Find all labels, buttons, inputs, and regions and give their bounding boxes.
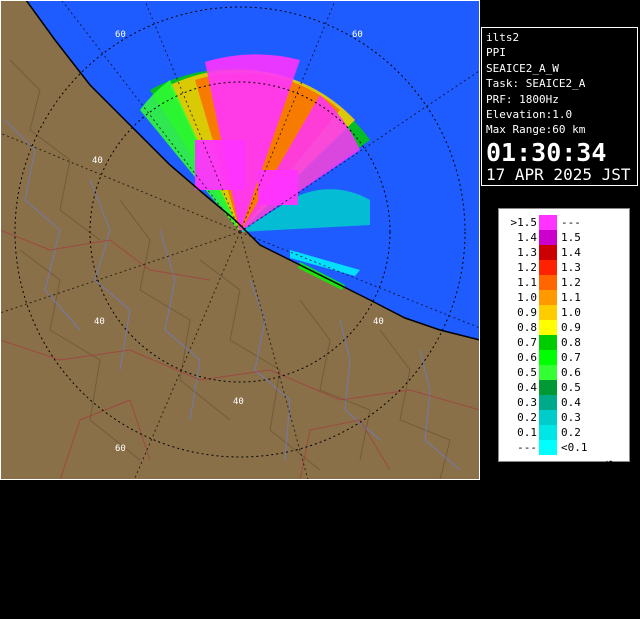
legend-upper-value: 0.4 xyxy=(561,396,581,409)
radar-ppi-map[interactable]: 60 60 40 40 40 40 60 xyxy=(0,0,480,480)
legend-upper-value: 0.7 xyxy=(561,351,581,364)
legend-row: 0.2 0.3 xyxy=(499,410,629,425)
legend-row: 0.5 0.6 xyxy=(499,365,629,380)
legend-swatch xyxy=(539,350,557,365)
legend-swatch xyxy=(539,410,557,425)
elevation-value: Elevation:1.0 xyxy=(486,108,573,122)
range-label: 60 xyxy=(352,30,363,40)
legend-swatch xyxy=(539,380,557,395)
legend-swatch xyxy=(539,275,557,290)
legend-title: Spectrum Width in m/s xyxy=(602,459,616,599)
product-type: PPI xyxy=(486,46,506,60)
legend-upper-value: 0.9 xyxy=(561,321,581,334)
legend-row: 1.4 1.5 xyxy=(499,230,629,245)
legend-row: 0.7 0.8 xyxy=(499,335,629,350)
legend-lower-value: 0.4 xyxy=(517,381,537,394)
legend-lower-value: 0.3 xyxy=(517,396,537,409)
legend-row: 1.1 1.2 xyxy=(499,275,629,290)
site-name: ilts2 xyxy=(486,31,520,44)
legend-lower-value: 0.5 xyxy=(517,366,537,379)
legend-swatch xyxy=(539,365,557,380)
color-legend: >1.5 --- 1.4 1.5 1.3 1.4 1.2 1.3 1.1 1.2 1.0 1.1 0.9… xyxy=(498,208,630,599)
legend-swatch xyxy=(539,215,557,230)
scan-name: SEAICE2_A_W xyxy=(486,61,559,75)
legend-lower-value: 0.8 xyxy=(517,321,537,334)
legend-row: 0.9 1.0 xyxy=(499,305,629,320)
legend-upper-value: 1.4 xyxy=(561,246,581,259)
legend-upper-value: <0.1 xyxy=(561,441,588,454)
legend-lower-value: 1.3 xyxy=(517,246,537,259)
legend-lower-value: 1.2 xyxy=(517,261,537,274)
legend-lower-value: 1.1 xyxy=(517,276,537,289)
legend-swatch xyxy=(539,425,557,440)
legend-upper-value: 0.8 xyxy=(561,336,581,349)
range-label: 40 xyxy=(92,156,103,166)
legend-swatch xyxy=(539,245,557,260)
legend-row: 1.3 1.4 xyxy=(499,245,629,260)
scan-time: 01:30:34 xyxy=(486,137,607,167)
legend-row: 0.4 0.5 xyxy=(499,380,629,395)
scan-info-panel: ilts2 PPI SEAICE2_A_W Task: SEAICE2_A PR… xyxy=(481,27,638,186)
range-label: 60 xyxy=(115,30,126,40)
legend-lower-value: --- xyxy=(517,441,537,454)
legend-row: 0.3 0.4 xyxy=(499,395,629,410)
legend-lower-value: 0.1 xyxy=(517,426,537,439)
legend-swatch xyxy=(539,395,557,410)
legend-lower-value: 0.9 xyxy=(517,306,537,319)
legend-upper-value: --- xyxy=(561,216,581,229)
legend-swatch xyxy=(539,320,557,335)
prf-value: PRF: 1800Hz xyxy=(486,92,559,106)
legend-upper-value: 1.1 xyxy=(561,291,581,304)
scan-date: 17 APR 2025 JST xyxy=(486,164,631,184)
legend-lower-value: >1.5 xyxy=(510,216,538,229)
range-label: 40 xyxy=(233,397,244,407)
legend-row: 1.0 1.1 xyxy=(499,290,629,305)
legend-lower-value: 1.0 xyxy=(517,291,537,304)
legend-swatch xyxy=(539,335,557,350)
legend-row: 0.1 0.2 xyxy=(499,425,629,440)
range-label: 60 xyxy=(115,444,126,454)
legend-upper-value: 1.2 xyxy=(561,276,581,289)
legend-row: 0.8 0.9 xyxy=(499,320,629,335)
legend-upper-value: 1.3 xyxy=(561,261,581,274)
legend-lower-value: 0.7 xyxy=(517,336,537,349)
legend-lower-value: 0.6 xyxy=(517,351,537,364)
legend-swatch xyxy=(539,305,557,320)
legend-lower-value: 0.2 xyxy=(517,411,537,424)
legend-row: >1.5 --- xyxy=(499,215,629,230)
legend-upper-value: 0.5 xyxy=(561,381,581,394)
legend-lower-value: 1.4 xyxy=(517,231,537,244)
legend-upper-value: 0.6 xyxy=(561,366,581,379)
legend-upper-value: 1.0 xyxy=(561,306,581,319)
legend-swatch xyxy=(539,260,557,275)
legend-row: 1.2 1.3 xyxy=(499,260,629,275)
legend-row: 0.6 0.7 xyxy=(499,350,629,365)
legend-swatch xyxy=(539,230,557,245)
legend-upper-value: 0.2 xyxy=(561,426,581,439)
task-name: Task: SEAICE2_A xyxy=(486,77,586,91)
legend-upper-value: 1.5 xyxy=(561,231,581,244)
max-range-value: Max Range:60 km xyxy=(486,123,586,137)
legend-swatch xyxy=(539,440,557,455)
range-label: 40 xyxy=(373,317,384,327)
legend-swatch xyxy=(539,290,557,305)
legend-upper-value: 0.3 xyxy=(561,411,581,424)
range-label: 40 xyxy=(94,317,105,327)
